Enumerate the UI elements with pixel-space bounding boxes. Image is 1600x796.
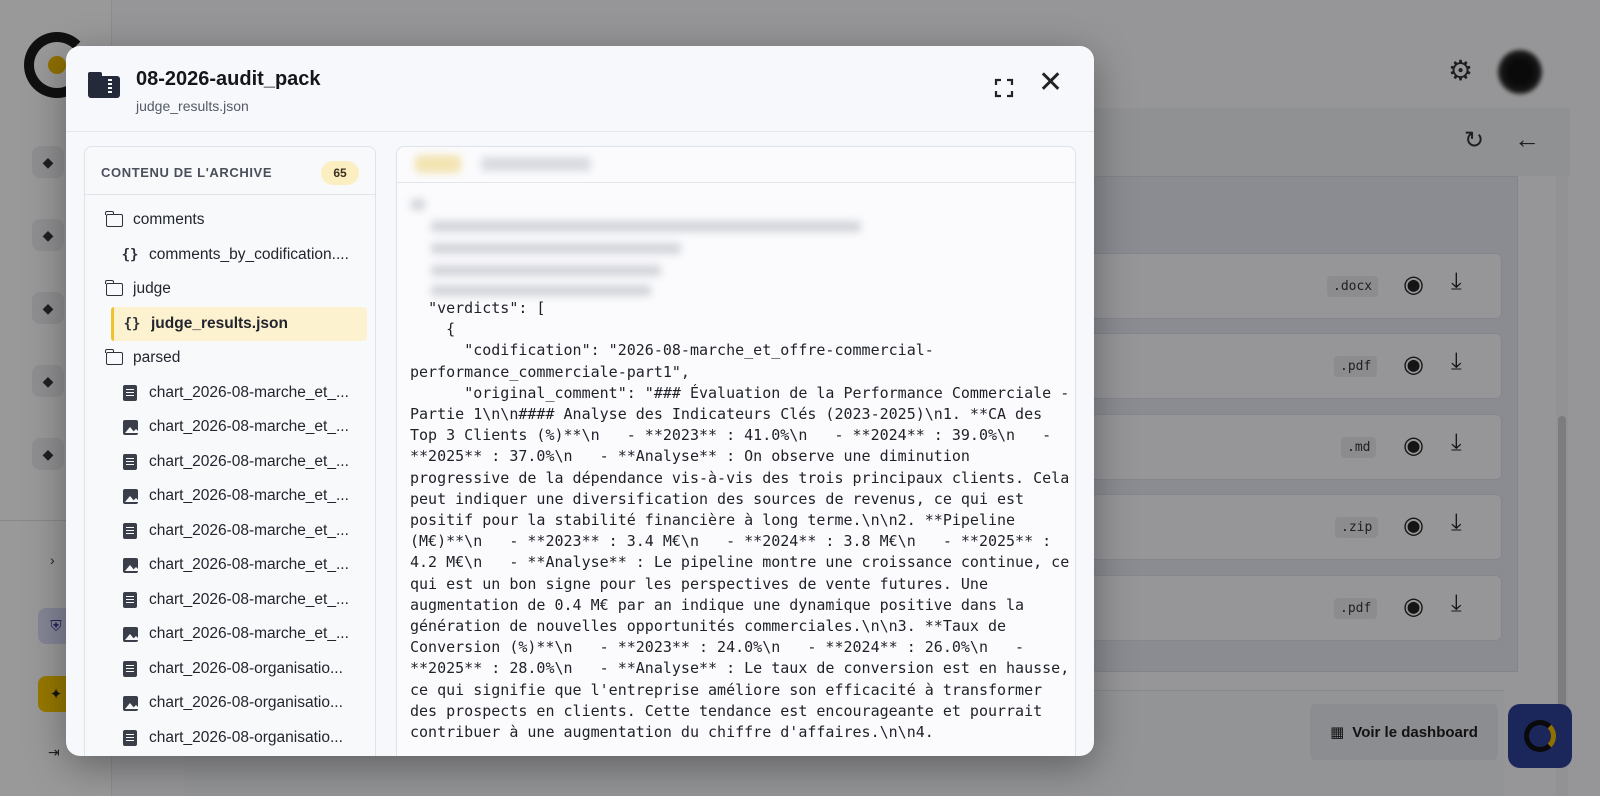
tree-file-item[interactable]: chart_2026-08-marche_et_...: [85, 583, 375, 618]
tree-folder-item[interactable]: comments: [85, 203, 375, 238]
archive-tree-title: CONTENU DE L'ARCHIVE: [101, 165, 273, 180]
tree-item-label: chart_2026-08-organisatio...: [149, 694, 343, 712]
archive-tree-header: CONTENU DE L'ARCHIVE 65: [85, 147, 375, 195]
tree-file-item[interactable]: chart_2026-08-marche_et_...: [85, 376, 375, 411]
archive-tree-list: comments {} comments_by_codification....ju…: [85, 203, 375, 756]
tree-item-label: chart_2026-08-organisatio...: [149, 659, 343, 677]
redacted-code: [431, 285, 651, 296]
folder-icon: [104, 279, 123, 296]
tree-file-item[interactable]: chart_2026-08-marche_et_...: [85, 548, 375, 583]
document-icon: [121, 660, 139, 677]
image-icon: [121, 557, 139, 573]
image-icon: [121, 488, 139, 504]
expand-icon[interactable]: [994, 78, 1014, 98]
archive-preview-modal: 08-2026-audit_pack judge_results.json ✕ …: [66, 46, 1094, 756]
tree-file-item[interactable]: chart_2026-08-organisatio...: [85, 686, 375, 721]
tree-item-label: parsed: [133, 349, 181, 367]
redacted-code: [431, 221, 861, 232]
image-icon: [121, 695, 139, 711]
folder-icon: [104, 348, 123, 365]
tree-item-label: chart_2026-08-marche_et_...: [149, 452, 349, 470]
tree-folder-item[interactable]: judge: [85, 272, 375, 307]
archive-folder-icon: [88, 72, 120, 98]
json-code-content: "verdicts": [ { "codification": "2026-08…: [410, 299, 1070, 742]
json-file-icon: {}: [121, 246, 139, 263]
tree-file-item[interactable]: chart_2026-08-marche_et_...: [85, 617, 375, 652]
document-icon: [121, 729, 139, 746]
file-content-viewer[interactable]: "verdicts": [ { "codification": "2026-08…: [396, 146, 1076, 756]
document-icon: [121, 522, 139, 539]
tree-file-item[interactable]: chart_2026-08-organisatio...: [85, 652, 375, 687]
modal-title: 08-2026-audit_pack: [136, 68, 321, 90]
file-count-badge: 65: [321, 161, 359, 185]
redacted-text: [481, 157, 591, 171]
tree-file-item[interactable]: {} judge_results.json: [111, 306, 367, 341]
tree-item-label: chart_2026-08-marche_et_...: [149, 625, 349, 643]
viewer-toolbar: [397, 147, 1075, 183]
tree-folder-item[interactable]: parsed: [85, 341, 375, 376]
image-icon: [121, 626, 139, 642]
image-icon: [121, 419, 139, 435]
tree-item-label: chart_2026-08-marche_et_...: [149, 556, 349, 574]
tree-item-label: judge: [133, 280, 171, 298]
tree-item-label: chart_2026-08-marche_et_...: [149, 383, 349, 401]
tree-file-item[interactable]: chart_2026-08-organisatio...: [85, 721, 375, 756]
tree-item-label: chart_2026-08-marche_et_...: [149, 418, 349, 436]
document-icon: [121, 591, 139, 608]
document-icon: [121, 384, 139, 401]
modal-subtitle: judge_results.json: [136, 98, 249, 114]
folder-icon: [104, 210, 123, 227]
tree-item-label: chart_2026-08-marche_et_...: [149, 487, 349, 505]
tree-item-label: chart_2026-08-organisatio...: [149, 728, 343, 746]
redacted-badge: [415, 155, 461, 173]
close-icon[interactable]: ✕: [1038, 68, 1063, 98]
tree-item-label: comments: [133, 211, 205, 229]
document-icon: [121, 453, 139, 470]
archive-tree-panel: CONTENU DE L'ARCHIVE 65 comments{} commen…: [84, 146, 376, 756]
modal-header: 08-2026-audit_pack judge_results.json ✕: [66, 46, 1094, 132]
tree-file-item[interactable]: chart_2026-08-marche_et_...: [85, 514, 375, 549]
tree-file-item[interactable]: {} comments_by_codification....: [85, 238, 375, 273]
tree-item-label: comments_by_codification....: [149, 245, 349, 263]
tree-item-label: judge_results.json: [151, 314, 288, 332]
json-file-icon: {}: [123, 315, 141, 332]
tree-item-label: chart_2026-08-marche_et_...: [149, 590, 349, 608]
redacted-code: [411, 199, 425, 210]
redacted-code: [431, 243, 681, 254]
redacted-code: [431, 265, 661, 276]
tree-item-label: chart_2026-08-marche_et_...: [149, 521, 349, 539]
tree-file-item[interactable]: chart_2026-08-marche_et_...: [85, 445, 375, 480]
tree-file-item[interactable]: chart_2026-08-marche_et_...: [85, 479, 375, 514]
tree-file-item[interactable]: chart_2026-08-marche_et_...: [85, 410, 375, 445]
